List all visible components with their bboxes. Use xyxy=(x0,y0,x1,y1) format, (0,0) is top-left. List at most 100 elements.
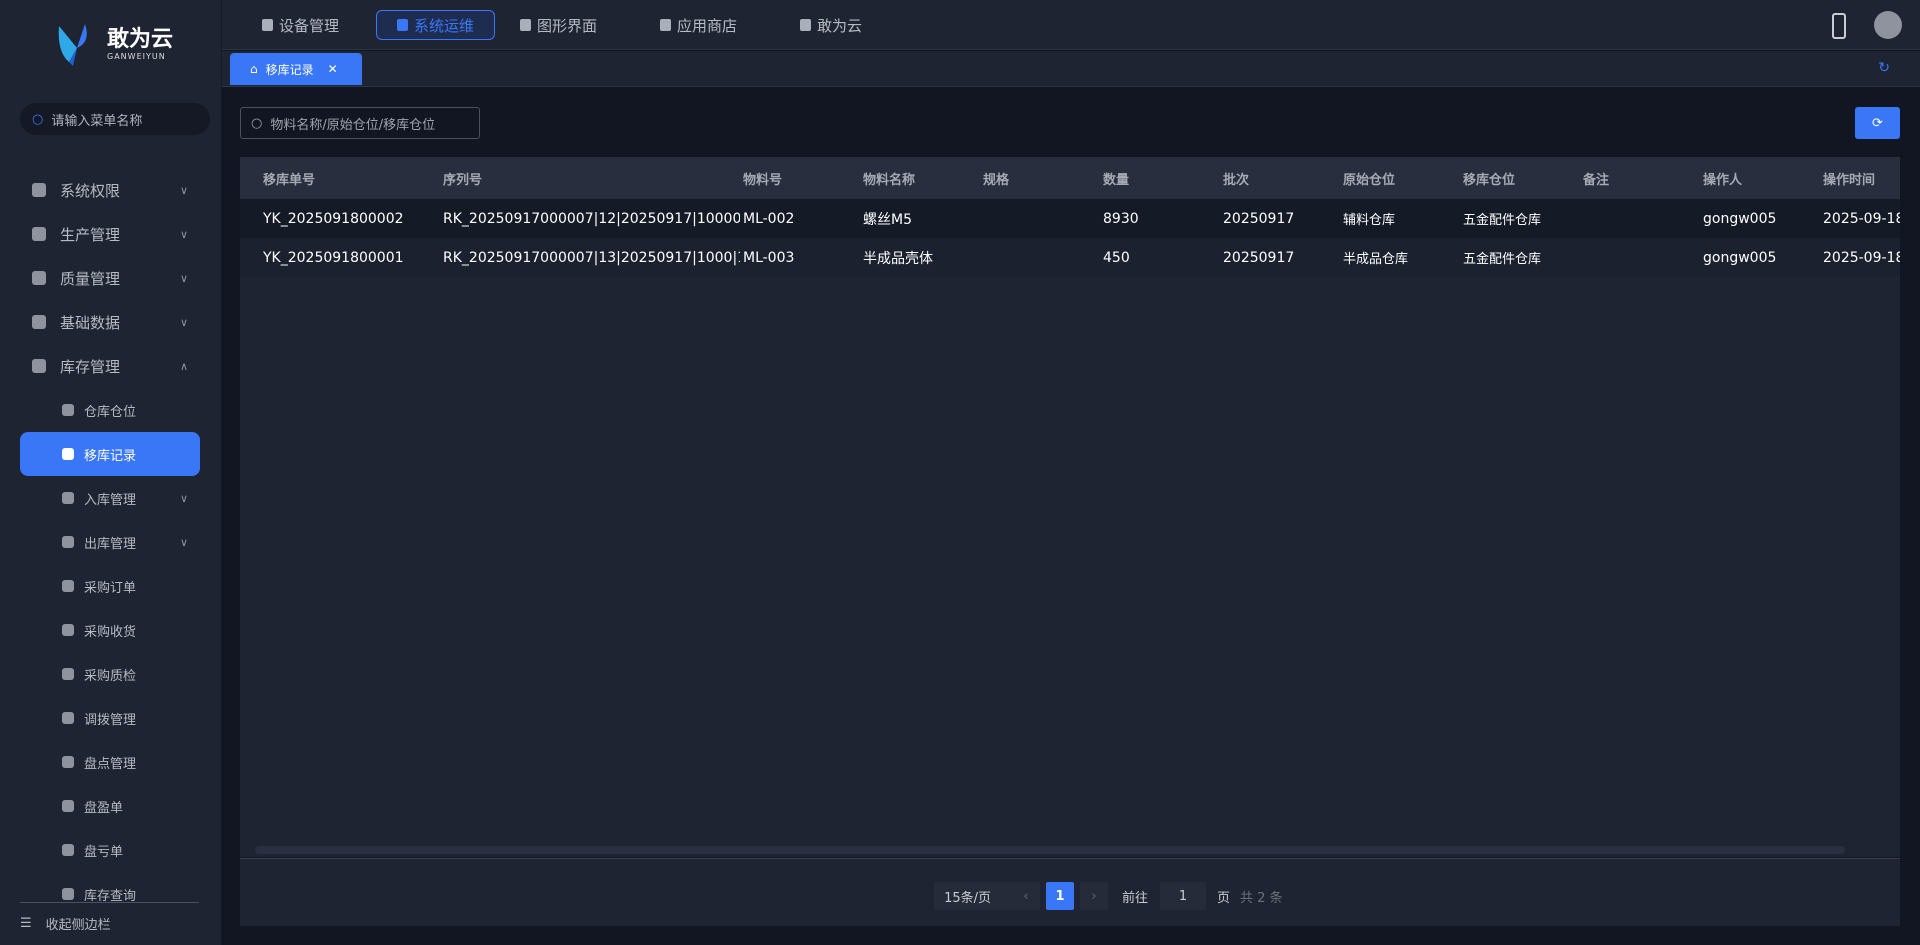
nav-icon xyxy=(660,19,671,31)
horizontal-scrollbar[interactable] xyxy=(255,846,1845,854)
column-header: 数量 xyxy=(1103,172,1130,188)
table-cell: YK_2025091800001 xyxy=(263,249,404,266)
search-input[interactable]: ○ 物料名称/原始仓位/移库仓位 xyxy=(240,107,480,139)
collapse-sidebar-button[interactable]: ☰ 收起侧边栏 xyxy=(20,914,111,933)
column-header: 操作时间 xyxy=(1823,172,1876,188)
sidebar-item[interactable]: 移库记录 xyxy=(20,432,200,476)
table-cell: 2025-09-18 xyxy=(1823,249,1900,266)
menu-icon xyxy=(62,756,74,768)
menu-icon xyxy=(62,448,74,460)
sidebar-item[interactable]: 库存管理 ∧ xyxy=(20,344,200,388)
chevron-icon: ∧ xyxy=(179,359,188,373)
sidebar-item[interactable]: 库存查询 xyxy=(20,872,200,916)
column-header: 规格 xyxy=(983,172,1010,188)
table-cell: ML-002 xyxy=(743,210,795,227)
table-cell: RK_20250917000007|12|20250917|10000|1000… xyxy=(443,210,740,227)
sidebar-item[interactable]: 生产管理 ∨ xyxy=(20,212,200,256)
logo: 敢为云 GANWEIYUN xyxy=(55,22,173,66)
mobile-icon[interactable] xyxy=(1832,13,1846,39)
divider xyxy=(20,902,199,903)
menu-icon xyxy=(62,492,74,504)
menu-search-input[interactable]: ○ 请输入菜单名称 xyxy=(20,103,210,135)
top-nav-item[interactable]: 应用商店 xyxy=(640,10,757,40)
sidebar-item[interactable]: 采购订单 xyxy=(20,564,200,608)
page-unit: 页 xyxy=(1217,890,1231,906)
table-cell: 辅料仓库 xyxy=(1343,213,1396,228)
top-nav-item[interactable]: 设备管理 xyxy=(242,10,359,40)
sidebar-item[interactable]: 盘点管理 xyxy=(20,740,200,784)
table-cell: 20250917 xyxy=(1223,210,1295,227)
menu-icon xyxy=(62,580,74,592)
page-1-button[interactable]: 1 xyxy=(1046,882,1074,910)
table-cell xyxy=(983,238,1103,277)
column-header: 备注 xyxy=(1583,172,1610,188)
table-row[interactable]: YK_2025091800001 RK_20250917000007|13|202… xyxy=(240,238,1900,277)
reload-icon[interactable]: ↻ xyxy=(1878,60,1890,76)
menu-icon xyxy=(32,359,46,373)
menu-icon xyxy=(62,624,74,636)
sidebar-item[interactable]: 采购收货 xyxy=(20,608,200,652)
sidebar-item[interactable]: 系统权限 ∨ xyxy=(20,168,200,212)
main-content: ○ 物料名称/原始仓位/移库仓位 ⟳ 移库单号 序列号 物料号 物料名称 规格 数量 批次 原始… xyxy=(222,88,1920,945)
sidebar-item[interactable]: 采购质检 xyxy=(20,652,200,696)
sidebar: 敢为云GANWEIYUN ○请输入菜单名称 系统配置系统权限∨生产管理∨质量管理… xyxy=(0,0,222,945)
sidebar-item[interactable]: 基础数据 ∨ xyxy=(20,300,200,344)
goto-page-input[interactable]: 1 xyxy=(1160,882,1206,910)
table-cell: 8930 xyxy=(1103,210,1139,227)
sidebar-item[interactable]: 盘盈单 xyxy=(20,784,200,828)
table-cell: gongw005 xyxy=(1703,249,1777,266)
close-icon[interactable]: ✕ xyxy=(328,62,338,76)
column-header: 移库单号 xyxy=(263,172,316,188)
menu-icon xyxy=(62,536,74,548)
sidebar-item[interactable]: 出库管理 ∨ xyxy=(20,520,200,564)
column-header: 序列号 xyxy=(443,172,483,188)
refresh-icon: ⟳ xyxy=(1872,115,1883,131)
sidebar-item[interactable]: 质量管理 ∨ xyxy=(20,256,200,300)
tab-transfer-records[interactable]: ⌂ 移库记录 ✕ xyxy=(230,53,362,85)
avatar[interactable] xyxy=(1874,11,1902,39)
collapse-icon: ☰ xyxy=(20,916,32,931)
pagination: 15条/页⌄ ‹ 1 › 前往 1 页 共 2 条 xyxy=(240,858,1900,926)
table-cell: 半成品壳体 xyxy=(863,250,933,267)
column-header: 操作人 xyxy=(1703,172,1743,188)
table-cell xyxy=(1583,199,1703,238)
nav-icon xyxy=(800,19,811,31)
column-header: 物料号 xyxy=(743,172,783,188)
menu-icon xyxy=(62,668,74,680)
chevron-icon: ∨ xyxy=(179,315,188,329)
sidebar-item[interactable]: 调拨管理 xyxy=(20,696,200,740)
top-nav-item[interactable]: 图形界面 xyxy=(500,10,617,40)
table-cell: 螺丝M5 xyxy=(863,211,912,228)
search-icon: ○ xyxy=(32,111,44,127)
total-count: 共 2 条 xyxy=(1240,890,1283,906)
table-cell xyxy=(983,199,1103,238)
refresh-button[interactable]: ⟳ xyxy=(1855,107,1900,139)
menu-icon xyxy=(62,844,74,856)
warehouse-icon: ⌂ xyxy=(250,62,258,76)
table-cell: ML-003 xyxy=(743,249,795,266)
menu-icon xyxy=(32,315,46,329)
sidebar-item[interactable]: 仓库仓位 xyxy=(20,388,200,432)
table-header: 移库单号 序列号 物料号 物料名称 规格 数量 批次 原始仓位 移库仓位 备注 操作人 操作时间 xyxy=(240,157,1900,199)
top-nav-item[interactable]: 系统运维 xyxy=(376,10,496,40)
nav-icon xyxy=(262,19,273,31)
table-cell: 2025-09-18 xyxy=(1823,210,1900,227)
sidebar-item[interactable]: 盘亏单 xyxy=(20,828,200,872)
transfer-table: 移库单号 序列号 物料号 物料名称 规格 数量 批次 原始仓位 移库仓位 备注 操作人 操作时间 YK… xyxy=(240,157,1900,857)
next-page-button[interactable]: › xyxy=(1080,882,1108,910)
menu-icon xyxy=(62,800,74,812)
column-header: 原始仓位 xyxy=(1343,172,1396,188)
prev-page-button[interactable]: ‹ xyxy=(1012,882,1040,910)
menu-icon xyxy=(62,888,74,900)
menu-icon xyxy=(32,227,46,241)
table-row[interactable]: YK_2025091800002 RK_20250917000007|12|202… xyxy=(240,199,1900,238)
column-header: 批次 xyxy=(1223,172,1250,188)
sidebar-item[interactable]: 入库管理 ∨ xyxy=(20,476,200,520)
chevron-icon: ∨ xyxy=(179,491,188,505)
menu-icon xyxy=(62,404,74,416)
table-cell: 五金配件仓库 xyxy=(1463,252,1542,267)
top-nav-item[interactable]: 敢为云 xyxy=(780,10,882,40)
table-cell: 五金配件仓库 xyxy=(1463,213,1542,228)
chevron-icon: ∨ xyxy=(179,183,188,197)
table-cell: 20250917 xyxy=(1223,249,1295,266)
